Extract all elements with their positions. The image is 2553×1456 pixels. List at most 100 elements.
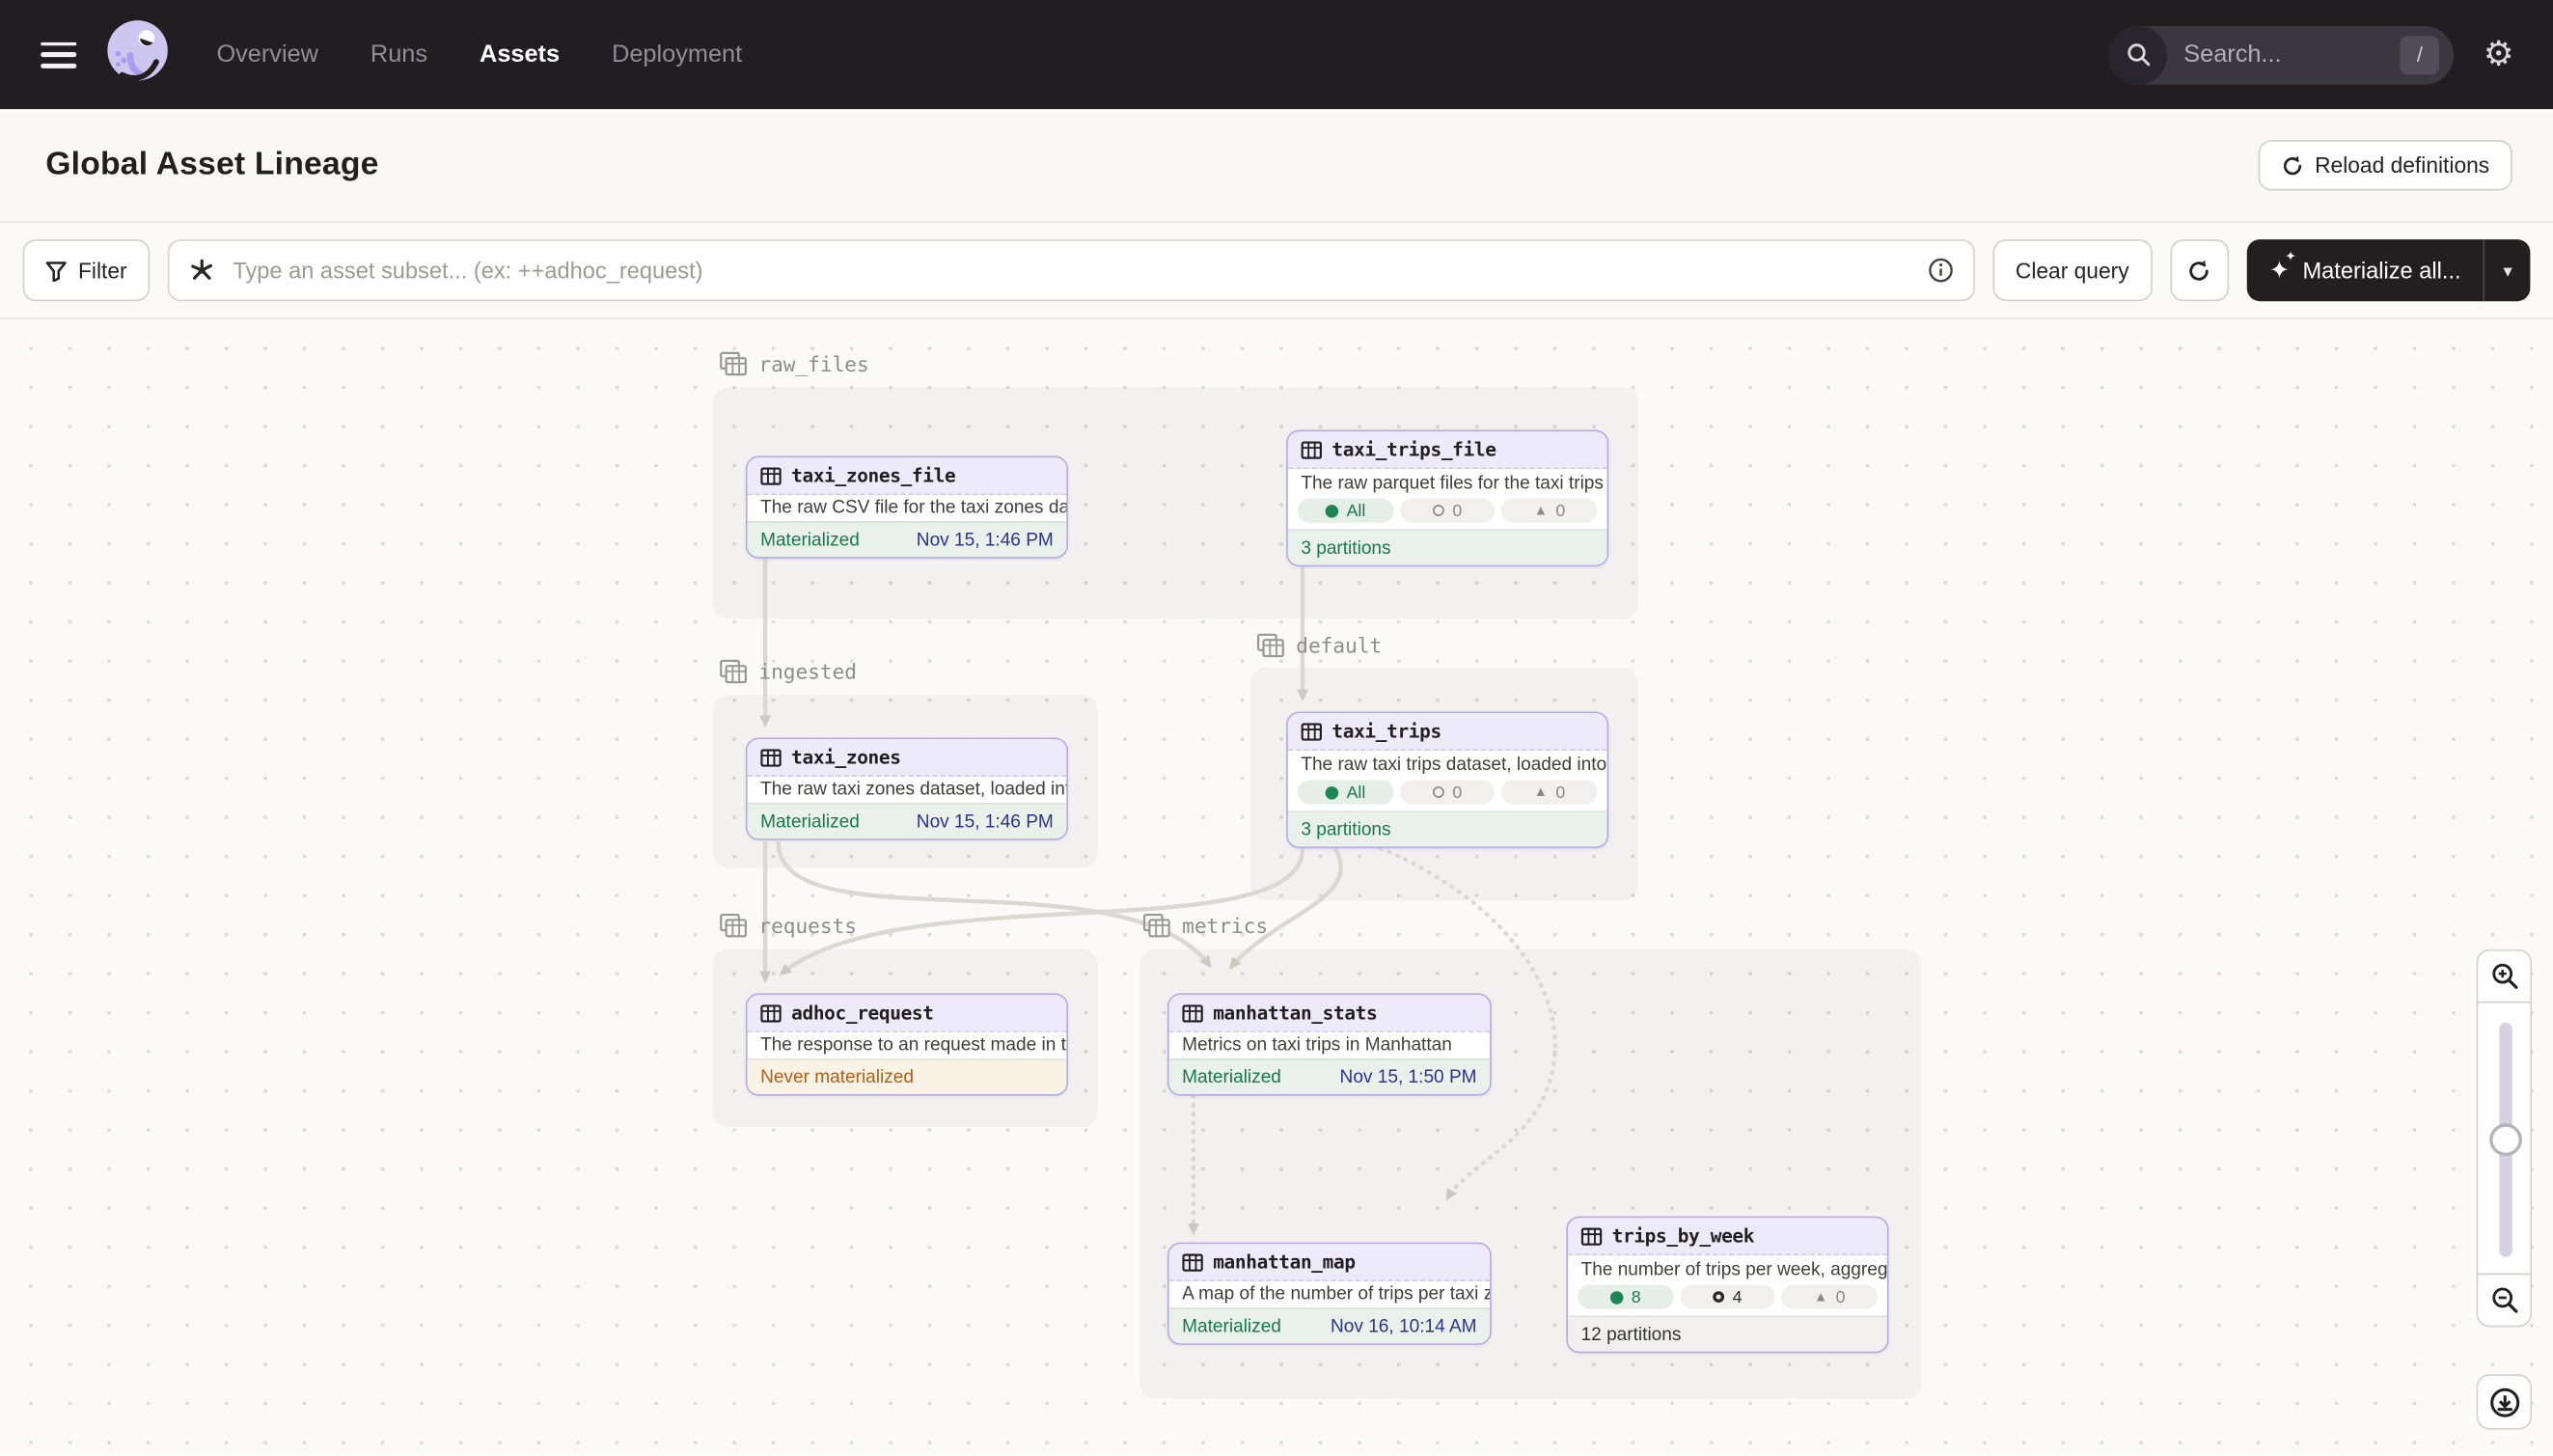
materialize-all-dropdown[interactable]: ▾ [2484,239,2530,301]
open-circle-icon [1433,505,1444,516]
filter-button[interactable]: Filter [23,239,151,301]
asset-node-taxi_trips_file[interactable]: taxi_trips_file The raw parquet files fo… [1286,430,1608,567]
group-stack-icon [1143,914,1171,938]
materialization-time[interactable]: Nov 15, 1:46 PM [917,530,1054,549]
zoom-slider-track[interactable] [2499,1023,2512,1257]
table-icon [1581,1227,1603,1246]
inprogress-partitions-badge[interactable]: ▲0 [1501,780,1597,804]
asset-name: taxi_trips [1331,720,1441,743]
inprogress-partitions-badge[interactable]: ▲0 [1782,1284,1878,1308]
table-icon [1301,722,1322,740]
group-label-default[interactable]: default [1257,633,1382,657]
triangle-icon: ▲ [1534,785,1548,799]
asset-query-input-wrap [168,239,1975,301]
asset-name: taxi_trips_file [1331,438,1496,461]
tab-runs[interactable]: Runs [371,41,427,69]
asset-query-input[interactable] [230,256,1913,285]
filter-funnel-icon [45,260,67,281]
asset-description: A map of the number of trips per taxi z.… [1169,1281,1490,1307]
asset-node-manhattan_stats[interactable]: manhattan_stats Metrics on taxi trips in… [1167,993,1492,1095]
sparkle-icon: ✦✦ [2269,258,2290,282]
asset-graph-icon [189,258,215,284]
zoom-slider [2477,1002,2532,1276]
group-label-requests[interactable]: requests [720,914,857,938]
partitions-count: 12 partitions [1581,1325,1682,1344]
table-icon [760,748,782,766]
page-title: Global Asset Lineage [45,147,378,184]
materialized-partitions-badge[interactable]: All [1298,498,1393,522]
status-badge: Materialized [1182,1316,1281,1335]
asset-node-adhoc_request[interactable]: adhoc_request The response to an request… [746,993,1068,1095]
search-input[interactable] [2181,40,2350,70]
asset-name: manhattan_map [1213,1250,1356,1274]
zoom-out-icon [2490,1286,2518,1314]
group-stack-icon [720,914,748,938]
filled-dot-icon [1326,504,1339,517]
clear-query-button[interactable]: Clear query [1992,239,2152,301]
partition-badges: All 0 ▲0 [1288,779,1607,811]
asset-node-taxi_zones_file[interactable]: taxi_zones_file The raw CSV file for the… [746,456,1068,559]
group-label-ingested[interactable]: ingested [720,659,857,683]
zoom-slider-thumb[interactable] [2489,1123,2522,1156]
table-icon [760,466,782,484]
materialization-time[interactable]: Nov 15, 1:50 PM [1340,1067,1477,1086]
global-search[interactable]: / [2109,25,2455,84]
partition-badges: All 0 ▲0 [1288,497,1607,530]
lineage-canvas[interactable]: raw_files ingested default requests metr… [0,319,2553,1456]
partitions-count: 3 partitions [1301,820,1390,839]
settings-gear-icon[interactable]: ⚙ [2484,38,2514,71]
materialization-time[interactable]: Nov 16, 10:14 AM [1331,1316,1477,1335]
zoom-in-button[interactable] [2477,949,2532,1003]
open-circle-icon [1713,1291,1724,1303]
asset-description: The raw taxi trips dataset, loaded into … [1288,751,1607,779]
triangle-icon: ▲ [1814,1290,1827,1304]
dagster-logo-icon[interactable] [102,15,174,94]
tab-assets[interactable]: Assets [480,41,560,69]
reload-definitions-button[interactable]: Reload definitions [2258,140,2512,190]
refresh-icon [2187,258,2211,282]
asset-description: The raw CSV file for the taxi zones dat.… [748,495,1067,521]
failed-partitions-badge[interactable]: 0 [1400,498,1496,522]
download-view-button[interactable] [2477,1374,2532,1429]
search-shortcut-key: / [2401,35,2440,74]
tab-deployment[interactable]: Deployment [612,41,742,69]
status-badge: Materialized [760,530,860,549]
group-stack-icon [720,659,748,683]
group-label-raw_files[interactable]: raw_files [720,352,869,376]
status-badge: Never materialized [760,1067,914,1086]
filled-dot-icon [1610,1290,1624,1304]
asset-description: The raw taxi zones dataset, loaded int..… [748,777,1067,803]
tab-overview[interactable]: Overview [216,41,317,69]
open-circle-icon [1433,786,1444,798]
zoom-out-button[interactable] [2477,1274,2532,1328]
table-icon [760,1003,782,1022]
materialized-partitions-badge[interactable]: 8 [1578,1284,1673,1308]
materialization-time[interactable]: Nov 15, 1:46 PM [917,811,1054,831]
failed-partitions-badge[interactable]: 4 [1680,1284,1775,1308]
group-label-metrics[interactable]: metrics [1143,914,1268,938]
partitions-count: 3 partitions [1301,538,1390,558]
asset-node-trips_by_week[interactable]: trips_by_week The number of trips per we… [1566,1217,1888,1354]
hamburger-menu-icon[interactable] [41,41,76,68]
materialize-all-button[interactable]: ✦✦ Materialize all... [2246,239,2484,301]
asset-description: Metrics on taxi trips in Manhattan [1169,1032,1490,1058]
filled-dot-icon [1326,785,1339,799]
asset-node-taxi_trips[interactable]: taxi_trips The raw taxi trips dataset, l… [1286,711,1608,848]
page-header: Global Asset Lineage Reload definitions [0,109,2553,223]
triangle-icon: ▲ [1534,504,1548,517]
app-window: Overview Runs Assets Deployment / ⚙ Glob… [0,0,2553,1456]
inprogress-partitions-badge[interactable]: ▲0 [1501,498,1597,522]
query-info-icon[interactable] [1928,258,1954,284]
refresh-button[interactable] [2170,239,2229,301]
asset-name: taxi_zones [791,746,900,769]
table-icon [1182,1003,1203,1022]
failed-partitions-badge[interactable]: 0 [1400,780,1496,804]
status-badge: Materialized [1182,1067,1281,1086]
search-icon [2109,25,2168,84]
asset-node-manhattan_map[interactable]: manhattan_map A map of the number of tri… [1167,1243,1492,1345]
materialized-partitions-badge[interactable]: All [1298,780,1393,804]
asset-name: trips_by_week [1612,1224,1755,1248]
asset-description: The number of trips per week, aggreg... [1568,1255,1887,1283]
asset-node-taxi_zones[interactable]: taxi_zones The raw taxi zones dataset, l… [746,737,1068,839]
table-icon [1301,440,1322,458]
